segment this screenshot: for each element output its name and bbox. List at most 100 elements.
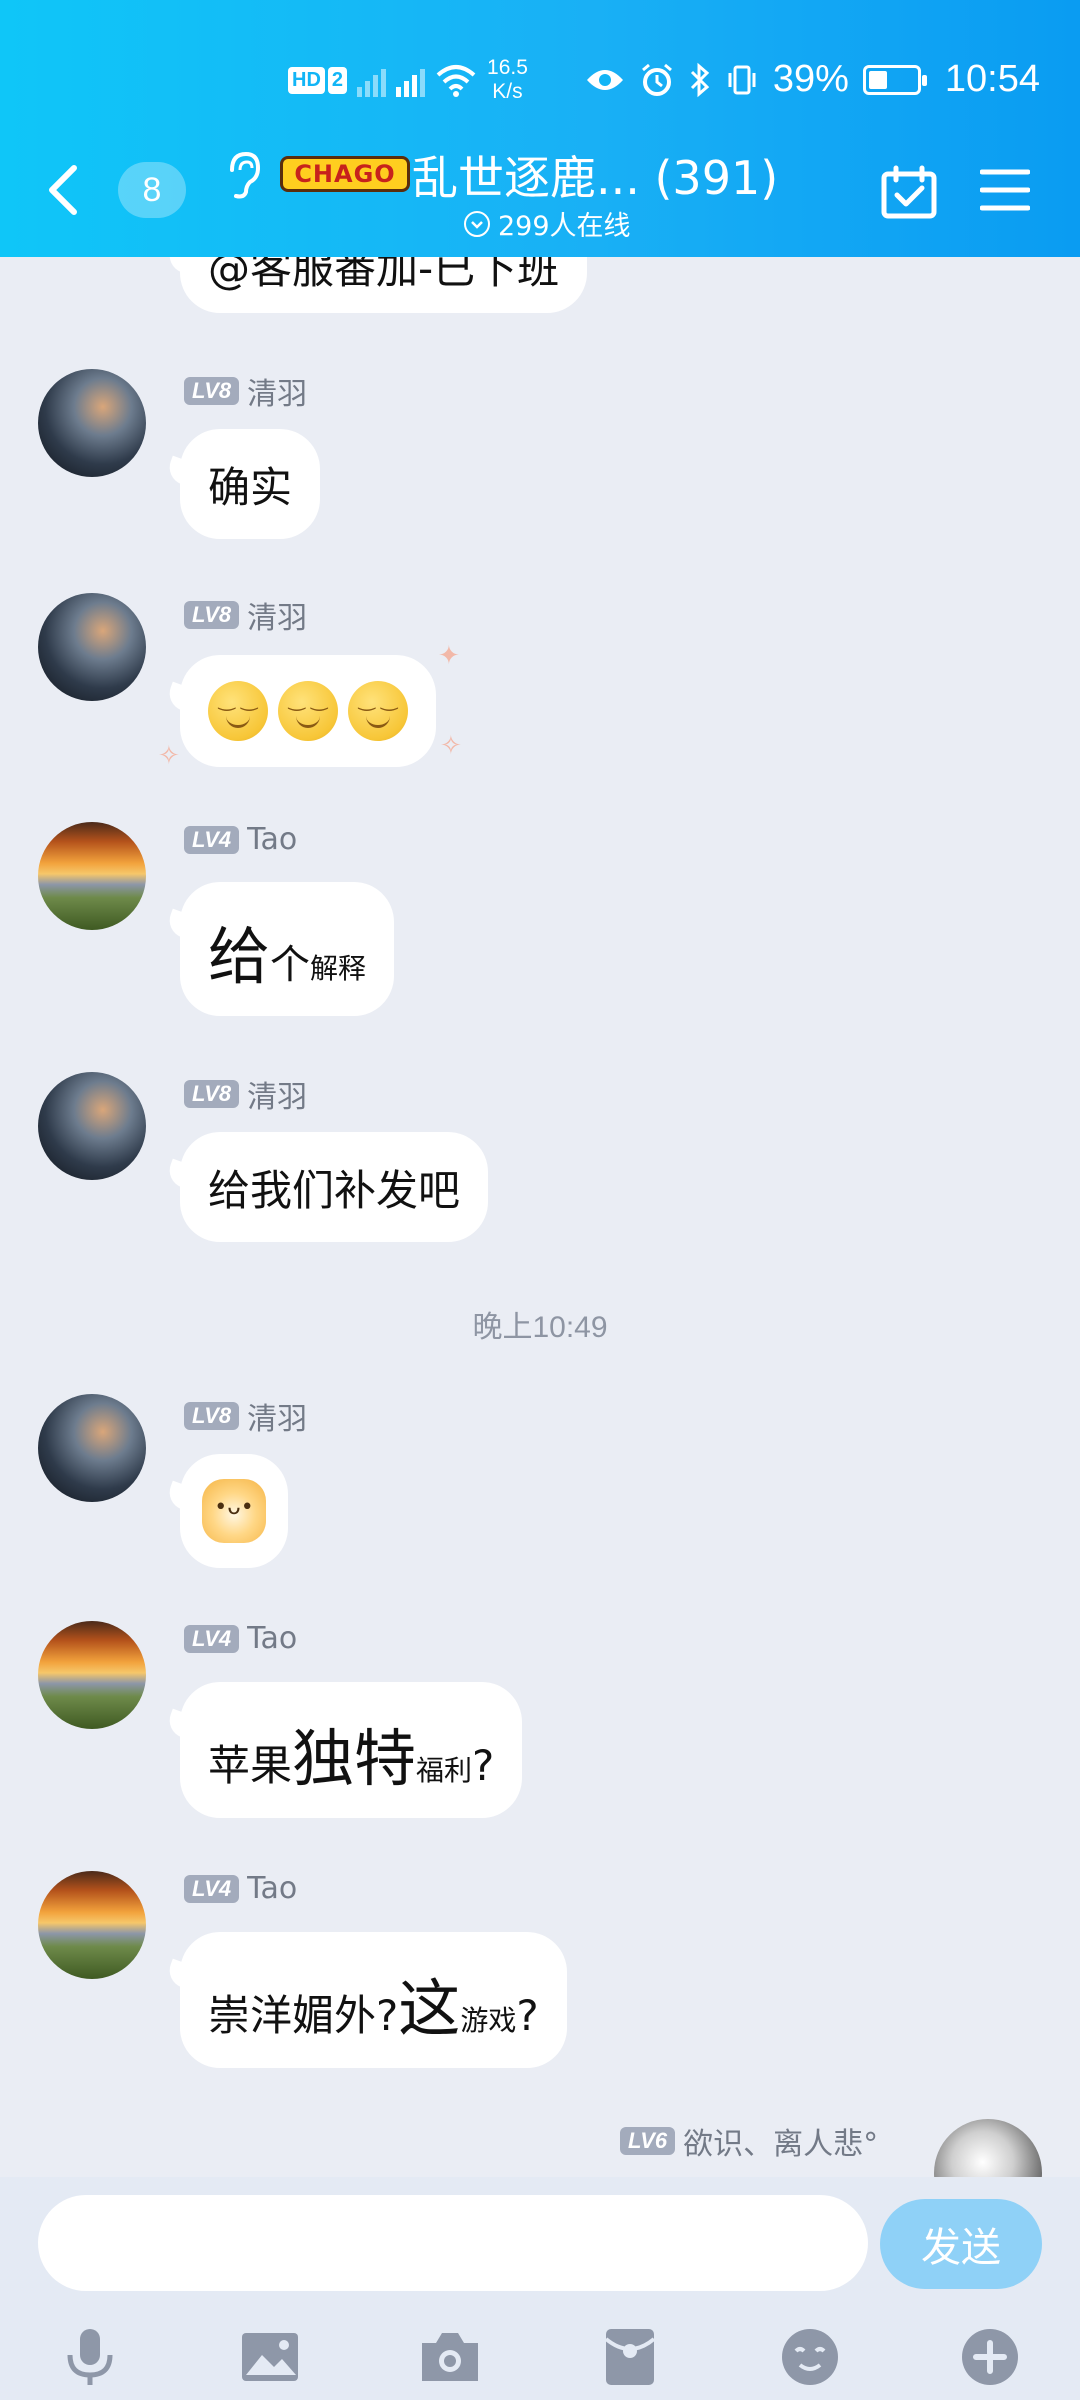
status-right: 39% 10:54 xyxy=(585,58,1040,101)
message-bubble[interactable]: 给我们补发吧 xyxy=(180,1132,489,1242)
message-input[interactable] xyxy=(38,2195,868,2291)
input-area: 发送 xyxy=(0,2177,1080,2400)
message-text: 苹果 xyxy=(208,1741,293,1790)
level-badge: LV8 xyxy=(184,1080,240,1108)
input-toolbar xyxy=(0,2315,1080,2395)
message-bubble[interactable]: @客服番加-已下班 xyxy=(180,257,588,313)
message-bubble[interactable]: 崇洋媚外? 这 游戏 ? xyxy=(180,1932,567,2068)
bluetooth-icon xyxy=(690,62,710,97)
calendar-check-button[interactable] xyxy=(880,164,938,220)
network-speed-value: 16.5 xyxy=(487,56,528,79)
message-text-small: 解释 xyxy=(310,952,367,985)
plus-icon[interactable] xyxy=(958,2325,1022,2389)
message-text: 确实 xyxy=(208,462,293,512)
message-text-large: 独特 xyxy=(292,1722,417,1795)
eye-icon xyxy=(586,69,623,90)
time-divider: 晚上10:49 xyxy=(472,1311,608,1344)
vibrate-icon xyxy=(728,65,756,94)
avatar[interactable] xyxy=(38,822,146,930)
sender-row: LV8 清羽 xyxy=(184,1394,307,1438)
message-text-small: 福利 xyxy=(416,1754,473,1787)
sender-name[interactable]: 清羽 xyxy=(247,1072,307,1116)
self-avatar[interactable] xyxy=(934,2119,1042,2177)
sender-row: LV8 清羽 xyxy=(184,369,307,413)
relieved-face-icon xyxy=(208,681,268,741)
mic-icon[interactable] xyxy=(58,2325,122,2389)
chat-title[interactable]: 乱世逐鹿... (391) xyxy=(412,142,778,208)
ear-icon[interactable] xyxy=(222,150,262,200)
level-badge: LV8 xyxy=(184,377,240,405)
relieved-face-icon xyxy=(348,681,408,741)
cell-signal-icon xyxy=(357,63,387,97)
send-button[interactable]: 发送 xyxy=(880,2199,1042,2289)
sparkle-icon: ✧ xyxy=(158,741,180,771)
battery-fill xyxy=(868,70,887,89)
red-packet-icon[interactable] xyxy=(598,2325,662,2389)
wifi-icon xyxy=(436,65,476,97)
avatar[interactable] xyxy=(38,1394,146,1502)
avatar[interactable] xyxy=(38,369,146,477)
sender-row: LV4 Tao xyxy=(184,1621,297,1656)
alarm-icon xyxy=(641,63,672,96)
game-logo: CHAGO xyxy=(280,156,410,192)
sender-row: LV4 Tao xyxy=(184,1871,297,1906)
battery-icon xyxy=(862,64,927,95)
sender-name[interactable]: Tao xyxy=(247,1621,297,1656)
avatar[interactable] xyxy=(38,593,146,701)
network-speed-unit: K/s xyxy=(492,80,523,103)
network-speed: 16.5 K/s xyxy=(487,56,528,104)
sparkle-icon: ✧ xyxy=(440,731,462,761)
message-text: @客服番加-已下班 xyxy=(208,257,560,293)
unread-count-badge[interactable]: 8 xyxy=(118,162,186,218)
sender-name[interactable]: Tao xyxy=(247,822,297,857)
self-sender-row: LV6 欲识、离人悲° xyxy=(620,2119,878,2163)
menu-button[interactable] xyxy=(980,166,1030,214)
emoji-icon[interactable] xyxy=(778,2325,842,2389)
level-badge: LV8 xyxy=(184,1402,240,1430)
cell-signal-4g-icon xyxy=(396,63,426,97)
message-text: 崇洋媚外? xyxy=(208,1991,399,2040)
message-list[interactable]: @客服番加-已下班 LV8 清羽 确实 LV8 清羽 ✦ ✧ ✧ LV4 Tao… xyxy=(0,257,1080,2177)
message-bubble[interactable] xyxy=(180,655,436,767)
camera-icon[interactable] xyxy=(418,2325,482,2389)
back-button[interactable] xyxy=(40,160,88,220)
level-badge: LV4 xyxy=(184,1874,240,1903)
message-bubble[interactable]: 给 个 解释 xyxy=(180,882,395,1016)
sender-name[interactable]: Tao xyxy=(247,1871,297,1906)
avatar[interactable] xyxy=(38,1871,146,1979)
level-badge: LV8 xyxy=(184,601,240,629)
message-text: ? xyxy=(516,1991,539,2040)
avatar[interactable] xyxy=(38,1621,146,1729)
status-left: HD 2 16.5 K/s xyxy=(288,56,528,104)
online-status: 299人在线 xyxy=(464,204,631,243)
message-text-small: 游戏 xyxy=(460,2004,517,2037)
sender-name[interactable]: 欲识、离人悲° xyxy=(683,2119,878,2163)
clock: 10:54 xyxy=(944,58,1040,100)
sender-row: LV8 清羽 xyxy=(184,593,307,637)
nav-bar: 8 CHAGO 乱世逐鹿... (391) 299人在线 xyxy=(0,130,1080,250)
message-bubble[interactable]: 苹果 独特 福利 ? xyxy=(180,1682,523,1818)
sender-name[interactable]: 清羽 xyxy=(247,1394,307,1438)
message-text: ? xyxy=(472,1741,495,1790)
battery-percent: 39% xyxy=(772,58,849,100)
message-bubble[interactable] xyxy=(180,1454,288,1568)
avatar[interactable] xyxy=(38,1072,146,1180)
online-check-icon xyxy=(464,210,490,237)
message-text-large: 给 xyxy=(208,920,271,993)
chat-header: HD 2 16.5 K/s 39% 10:54 8 CHAGO 乱世逐鹿... (… xyxy=(0,0,1080,257)
level-badge: LV4 xyxy=(184,1624,240,1653)
message-text-large: 这 xyxy=(398,1972,461,2045)
status-bar: HD 2 16.5 K/s 39% 10:54 xyxy=(0,40,1080,120)
image-icon[interactable] xyxy=(238,2325,302,2389)
relieved-face-icon xyxy=(278,681,338,741)
sender-row: LV4 Tao xyxy=(184,822,297,857)
sparkle-icon: ✦ xyxy=(438,641,460,671)
level-badge: LV6 xyxy=(620,2127,676,2155)
shiba-dog-sticker-icon xyxy=(202,1479,266,1543)
sender-row: LV8 清羽 xyxy=(184,1072,307,1116)
hd-icon: HD 2 xyxy=(288,66,348,94)
online-count: 299人在线 xyxy=(498,211,631,242)
message-bubble[interactable]: 确实 xyxy=(180,429,321,539)
sender-name[interactable]: 清羽 xyxy=(247,593,307,637)
sender-name[interactable]: 清羽 xyxy=(247,369,307,413)
